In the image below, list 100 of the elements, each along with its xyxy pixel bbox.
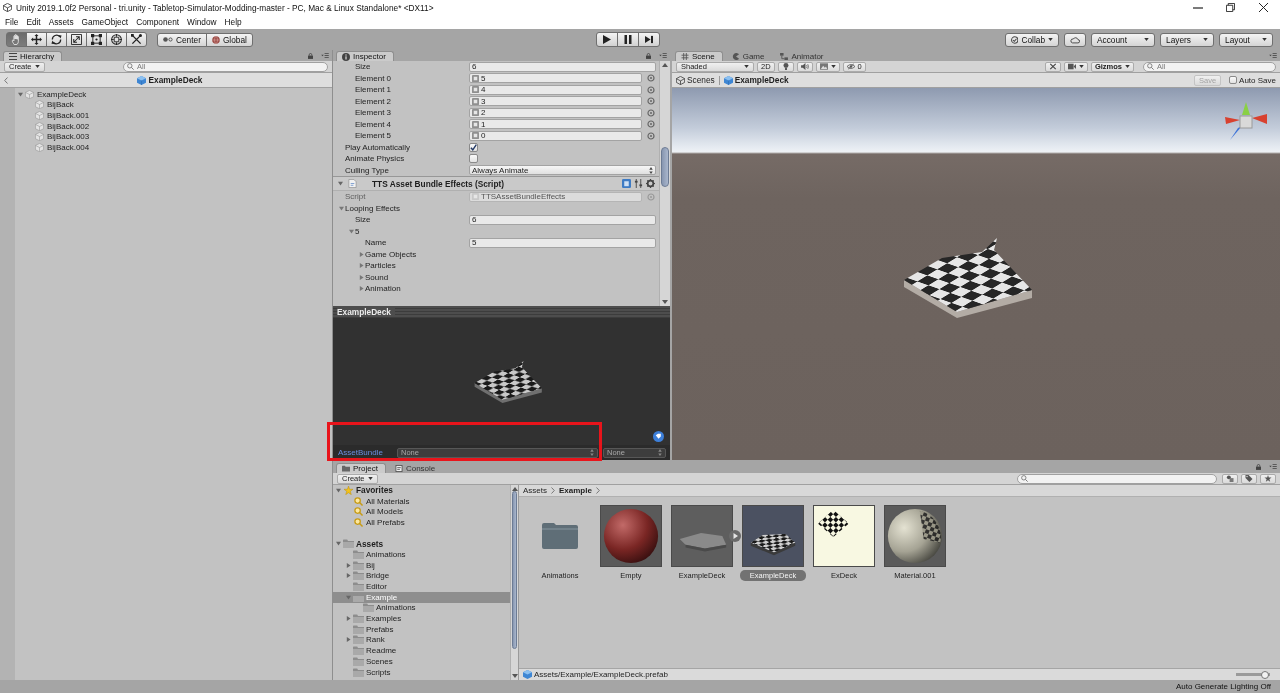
number-field[interactable]: 6 (469, 61, 656, 72)
tree-item[interactable]: All Materials (333, 495, 510, 507)
tool-button[interactable] (126, 32, 147, 47)
pivot-button[interactable]: Center (157, 32, 207, 47)
scroll-thumb[interactable] (661, 147, 669, 187)
tree-item[interactable]: Scenes (333, 656, 510, 667)
menu-icon[interactable] (1269, 53, 1277, 58)
scroll-down-icon[interactable] (511, 674, 518, 678)
foldout-arrow-icon[interactable] (359, 263, 364, 269)
checker-texture-thumbnail[interactable] (813, 505, 875, 567)
inspector-tab[interactable]: Inspector (336, 51, 394, 61)
object-field[interactable]: 1 (469, 119, 642, 130)
object-field[interactable]: 4 (469, 84, 642, 95)
foldout-arrow-icon[interactable] (349, 228, 354, 234)
object-field[interactable]: 2 (469, 107, 642, 118)
component-header[interactable]: TTS Asset Bundle Effects (Script) (333, 176, 659, 191)
dropdown[interactable]: Always Animate (469, 165, 656, 176)
effects-dropdown[interactable] (815, 61, 840, 72)
menu-item[interactable]: Edit (26, 17, 41, 27)
console-tab[interactable]: Console (389, 463, 443, 473)
game-tab[interactable]: Game (726, 51, 772, 61)
text-field[interactable]: 5 (469, 237, 656, 248)
tree-item[interactable]: Readme (333, 645, 510, 656)
scroll-thumb[interactable] (512, 491, 517, 649)
audio-toggle[interactable] (796, 61, 813, 72)
hierarchy-item[interactable]: BijBack (0, 99, 332, 111)
checkbox[interactable] (1229, 76, 1238, 84)
tree-item[interactable]: Bij (333, 559, 510, 571)
layout-dropdown[interactable]: Layout (1219, 32, 1273, 47)
foldout-arrow-icon[interactable] (336, 541, 341, 547)
tag-icon[interactable] (653, 431, 664, 442)
menu-item[interactable]: Help (224, 17, 242, 27)
menu-item[interactable]: File (5, 17, 19, 27)
foldout-arrow-icon[interactable] (336, 487, 341, 493)
lock-icon[interactable] (646, 52, 651, 59)
breadcrumb-item[interactable]: Assets (523, 486, 547, 495)
foldout-arrow-icon[interactable] (359, 251, 364, 257)
help-book-icon[interactable] (622, 179, 631, 188)
step-button[interactable] (638, 32, 661, 47)
scenes-breadcrumb[interactable]: Scenes (676, 75, 715, 85)
space-button[interactable]: Global (205, 32, 253, 47)
folder-icon[interactable] (541, 522, 579, 550)
camera-dropdown[interactable] (1063, 61, 1088, 72)
tool-button[interactable] (66, 32, 87, 47)
tool-button[interactable] (46, 32, 67, 47)
scroll-down-icon[interactable] (662, 300, 668, 304)
tree-item[interactable]: Examples (333, 613, 510, 624)
object-field[interactable]: 5 (469, 73, 642, 84)
menu-item[interactable]: GameObject (81, 17, 129, 27)
tool-button[interactable] (86, 32, 107, 47)
checkered-model-thumbnail[interactable] (742, 505, 804, 567)
account-dropdown[interactable]: Account (1091, 32, 1155, 47)
foldout-arrow-icon[interactable] (346, 573, 351, 579)
animator-tab[interactable]: Animator (775, 51, 831, 61)
scroll-up-icon[interactable] (662, 63, 668, 67)
foldout-arrow-icon[interactable] (338, 181, 343, 186)
tool-button[interactable] (26, 32, 47, 47)
lighting-toggle[interactable] (777, 61, 794, 72)
type-filter-button[interactable] (1222, 473, 1238, 484)
menu-icon[interactable] (321, 53, 329, 58)
sliders-icon[interactable] (634, 179, 643, 188)
foldout-arrow-icon[interactable] (346, 616, 351, 622)
scrollbar[interactable] (510, 485, 518, 680)
icon-size-slider[interactable] (1236, 670, 1270, 679)
hierarchy-item[interactable]: ExampleDeck (0, 89, 332, 100)
menu-item[interactable]: Assets (48, 17, 74, 27)
tree-item[interactable]: Animations (333, 602, 510, 614)
favorite-filter-button[interactable] (1260, 473, 1276, 484)
hierarchy-item[interactable]: BijBack.001 (0, 110, 332, 121)
slider-thumb[interactable] (1260, 670, 1269, 679)
hierarchy-item[interactable]: BijBack.004 (0, 141, 332, 153)
search-field[interactable] (1017, 473, 1217, 484)
foldout-arrow-icon[interactable] (339, 205, 344, 211)
tree-item[interactable]: Assets (333, 538, 510, 550)
scene-viewport[interactable] (672, 88, 1280, 460)
foldout-arrow-icon[interactable] (359, 274, 364, 280)
tool-button[interactable] (106, 32, 127, 47)
script-field[interactable]: TTSAssetBundleEffects (469, 191, 642, 202)
preview-header-bar[interactable]: ExampleDeck (333, 306, 670, 318)
cloud-button[interactable] (1064, 32, 1086, 47)
menu-icon[interactable] (1269, 464, 1277, 469)
tree-item[interactable]: Scripts (333, 666, 510, 678)
label-filter-button[interactable] (1241, 473, 1257, 484)
menu-icon[interactable] (659, 53, 667, 58)
menu-item[interactable]: Component (136, 17, 180, 27)
menu-item[interactable]: Window (187, 17, 217, 27)
flat-model-thumbnail[interactable] (671, 505, 733, 567)
play-button[interactable] (596, 32, 619, 47)
tree-item[interactable]: Animations (333, 549, 510, 560)
tree-item[interactable]: All Models (333, 506, 510, 518)
checkered-sphere-thumbnail[interactable] (884, 505, 946, 567)
checkbox[interactable] (469, 142, 478, 152)
tree-item[interactable]: Editor (333, 581, 510, 592)
lock-icon[interactable] (1256, 463, 1261, 470)
foldout-arrow-icon[interactable] (359, 286, 364, 292)
foldout-arrow-icon[interactable] (346, 637, 351, 643)
tree-item[interactable]: All Prefabs (333, 517, 510, 528)
foldout-arrow-icon[interactable] (18, 91, 23, 97)
scrollbar[interactable] (659, 61, 670, 306)
hierarchy-item[interactable]: BijBack.002 (0, 120, 332, 132)
